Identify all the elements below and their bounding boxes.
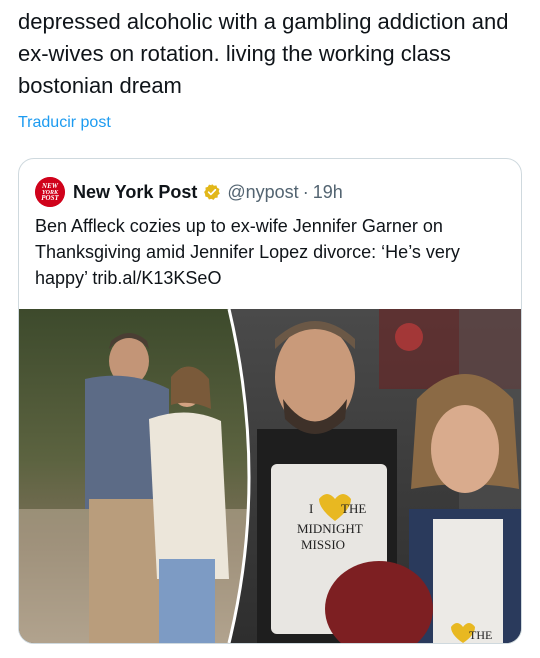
media-collage-image: I THE MIDNIGHT MISSIO THE [19, 309, 521, 643]
separator-dot: · [302, 181, 309, 202]
apron-text-3: MIDNIGHT [297, 521, 363, 536]
svg-text:POST: POST [41, 194, 59, 202]
quoted-author-handle[interactable]: @nypost [227, 182, 298, 203]
translate-post-link[interactable]: Traducir post [18, 114, 111, 132]
svg-text:NEW: NEW [41, 182, 59, 190]
apron-text-4: MISSIO [301, 537, 345, 552]
quoted-author-name[interactable]: New York Post [73, 182, 197, 203]
quoted-post-text: Ben Affleck cozies up to ex-wife Jennife… [35, 216, 460, 288]
quoted-post-card[interactable]: NEW YORK POST New York Post @nypost · 19… [18, 158, 522, 644]
nyp-logo-icon: NEW YORK POST [35, 177, 65, 207]
verified-badge-icon [203, 183, 221, 201]
post-timestamp[interactable]: 19h [313, 182, 343, 203]
apron-text-2: THE [341, 501, 366, 516]
apron-text-1: I [309, 501, 313, 516]
quoted-post-media[interactable]: I THE MIDNIGHT MISSIO THE [19, 309, 521, 643]
tweet-text: depressed alcoholic with a gambling addi… [18, 9, 509, 98]
apron2-text: THE [469, 628, 492, 642]
quoted-post-header: NEW YORK POST New York Post @nypost · 19… [35, 177, 343, 207]
new-york-post-avatar[interactable]: NEW YORK POST [35, 177, 65, 207]
